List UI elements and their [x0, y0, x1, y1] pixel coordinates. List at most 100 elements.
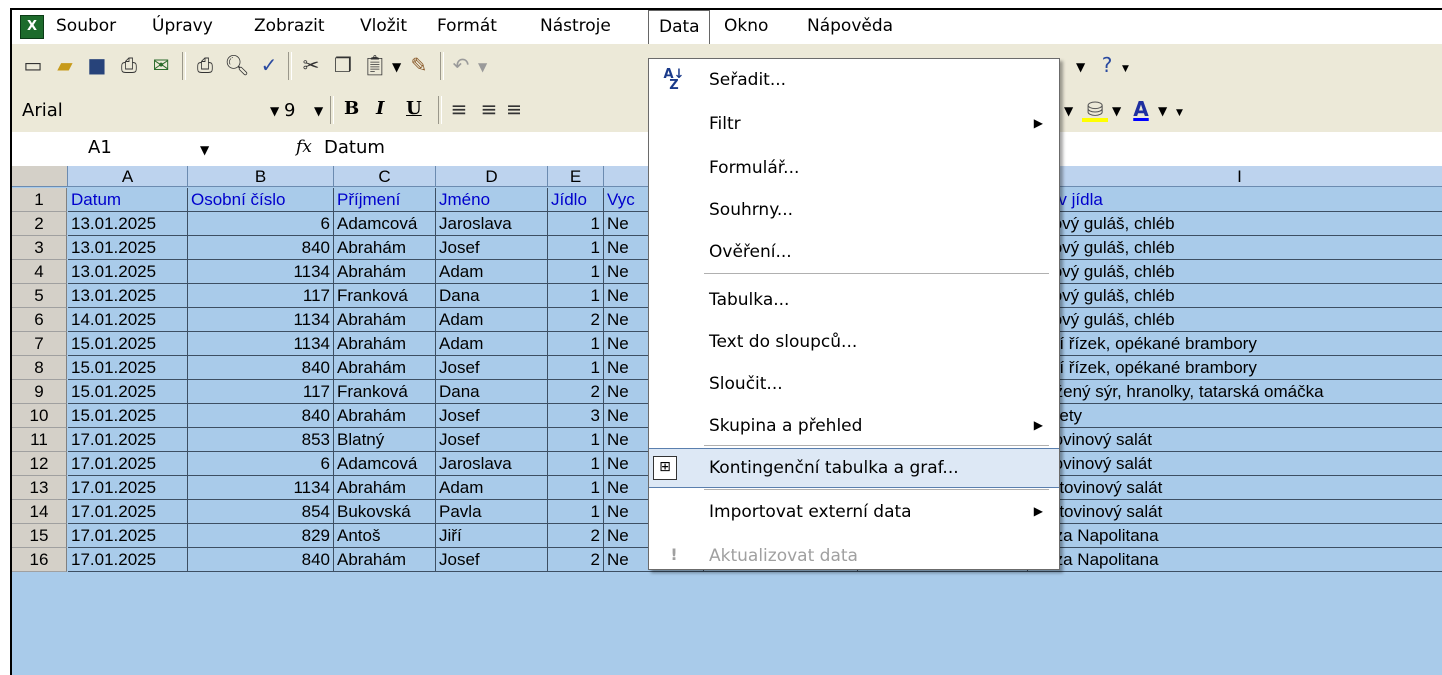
- permission-icon[interactable]: ⎙: [116, 52, 142, 78]
- cell-meal[interactable]: 1: [548, 452, 604, 476]
- cell-date[interactable]: 15.01.2025: [68, 332, 188, 356]
- fill-color-dropdown-arrow-icon[interactable]: ▼: [1112, 104, 1121, 118]
- row-header[interactable]: 10: [12, 404, 67, 428]
- cell-meal[interactable]: 1: [548, 236, 604, 260]
- cell-meal-name[interactable]: zolový guláš, chléb: [1028, 308, 1442, 332]
- menu-item-sloucit[interactable]: Sloučit...: [649, 365, 1059, 405]
- undo-dropdown-arrow-icon[interactable]: ▼: [478, 60, 487, 74]
- menu-item-souhrny[interactable]: Souhrny...: [649, 191, 1059, 231]
- cell-personal-number[interactable]: 840: [188, 548, 334, 572]
- cell-meal-name[interactable]: ěstovinový salát: [1028, 452, 1442, 476]
- cell-date[interactable]: 17.01.2025: [68, 500, 188, 524]
- fill-color-icon[interactable]: ⛁: [1082, 96, 1108, 122]
- cut-icon[interactable]: ✂: [298, 52, 324, 78]
- cell-date[interactable]: 14.01.2025: [68, 308, 188, 332]
- row-header[interactable]: 13: [12, 476, 67, 500]
- cell-meal[interactable]: 1: [548, 260, 604, 284]
- row-header[interactable]: 11: [12, 428, 67, 452]
- menu-item-filtr[interactable]: Filtr ▶: [649, 105, 1059, 145]
- cell-meal[interactable]: 1: [548, 428, 604, 452]
- italic-icon[interactable]: I: [376, 98, 384, 119]
- row-header[interactable]: 14: [12, 500, 67, 524]
- cell-date[interactable]: 17.01.2025: [68, 476, 188, 500]
- cell-last-name[interactable]: Abrahám: [334, 236, 436, 260]
- cell-first-name[interactable]: Adam: [436, 332, 548, 356]
- column-header-b[interactable]: B: [188, 166, 334, 187]
- cell-meal-name[interactable]: zolový guláš, chléb: [1028, 284, 1442, 308]
- select-all-corner[interactable]: [12, 166, 68, 187]
- column-header-a[interactable]: A: [68, 166, 188, 187]
- print-icon[interactable]: ⎙: [192, 52, 218, 78]
- menu-zobrazit[interactable]: Zobrazit: [254, 16, 325, 36]
- cell-date[interactable]: 17.01.2025: [68, 428, 188, 452]
- cell-meal[interactable]: 2: [548, 380, 604, 404]
- cell-last-name[interactable]: Antoš: [334, 524, 436, 548]
- cell-meal-name[interactable]: Těstovinový salát: [1028, 500, 1442, 524]
- menu-okno[interactable]: Okno: [724, 16, 768, 36]
- cell-personal-number[interactable]: 1134: [188, 476, 334, 500]
- toolbar-options-arrow-icon[interactable]: ▼: [1122, 64, 1129, 74]
- save-icon[interactable]: ■: [84, 52, 110, 78]
- cell-first-name[interactable]: Pavla: [436, 500, 548, 524]
- cell-meal-name[interactable]: zolový guláš, chléb: [1028, 212, 1442, 236]
- underline-icon[interactable]: U: [406, 98, 422, 119]
- cell-personal-number[interactable]: 829: [188, 524, 334, 548]
- cell-first-name[interactable]: Jaroslava: [436, 212, 548, 236]
- menu-item-text-do-sloupcu[interactable]: Text do sloupců...: [649, 323, 1059, 363]
- cell-date[interactable]: 17.01.2025: [68, 452, 188, 476]
- cell-meal[interactable]: 1: [548, 500, 604, 524]
- formula-input[interactable]: Datum: [324, 137, 385, 158]
- cell-date[interactable]: 17.01.2025: [68, 548, 188, 572]
- cell-personal-number[interactable]: 840: [188, 356, 334, 380]
- font-size-dropdown-arrow-icon[interactable]: ▼: [314, 104, 323, 118]
- cell-first-name[interactable]: Adam: [436, 308, 548, 332]
- excel-app-icon[interactable]: X: [20, 15, 44, 39]
- cell-first-name[interactable]: Josef: [436, 428, 548, 452]
- bold-icon[interactable]: B: [344, 98, 359, 119]
- font-name-box[interactable]: Arial: [22, 100, 63, 121]
- row-header[interactable]: 8: [12, 356, 67, 380]
- cell-date[interactable]: 13.01.2025: [68, 284, 188, 308]
- cell-meal[interactable]: 1: [548, 476, 604, 500]
- cell-meal[interactable]: 1: [548, 212, 604, 236]
- font-color-dropdown-arrow-icon[interactable]: ▼: [1158, 104, 1167, 118]
- menu-item-skupina-a-prehled[interactable]: Skupina a přehled ▶: [649, 407, 1059, 447]
- row-header[interactable]: 12: [12, 452, 67, 476]
- row-header[interactable]: 6: [12, 308, 67, 332]
- cell-meal[interactable]: 2: [548, 308, 604, 332]
- cell-last-name[interactable]: Abrahám: [334, 404, 436, 428]
- cell-meal-name[interactable]: Pizza Napolitana: [1028, 548, 1442, 572]
- cell-personal-number[interactable]: 840: [188, 236, 334, 260]
- email-icon[interactable]: ✉: [148, 52, 174, 78]
- menu-napoveda[interactable]: Nápověda: [807, 16, 893, 36]
- undo-icon[interactable]: ↶: [448, 52, 474, 78]
- paste-dropdown-arrow-icon[interactable]: ▼: [392, 60, 401, 74]
- row-header[interactable]: 3: [12, 236, 67, 260]
- column-header-i[interactable]: I: [1028, 166, 1442, 187]
- row-header[interactable]: 15: [12, 524, 67, 548]
- format-painter-icon[interactable]: ✎: [406, 52, 432, 78]
- column-header-d[interactable]: D: [436, 166, 548, 187]
- cell-last-name[interactable]: Franková: [334, 380, 436, 404]
- cell-meal-name[interactable]: mažený sýr, hranolky, tatarská omáčka: [1028, 380, 1442, 404]
- cell-date[interactable]: 13.01.2025: [68, 260, 188, 284]
- menu-upravy[interactable]: Úpravy: [152, 16, 213, 36]
- cell-meal-name[interactable]: ířecí řízek, opékané brambory: [1028, 356, 1442, 380]
- cell-e1[interactable]: Jídlo: [548, 188, 604, 212]
- cell-personal-number[interactable]: 1134: [188, 260, 334, 284]
- cell-last-name[interactable]: Bukovská: [334, 500, 436, 524]
- cell-last-name[interactable]: Abrahám: [334, 260, 436, 284]
- row-header[interactable]: 9: [12, 380, 67, 404]
- cell-d1[interactable]: Jméno: [436, 188, 548, 212]
- cell-meal-name[interactable]: Pizza Napolitana: [1028, 524, 1442, 548]
- print-preview-icon[interactable]: 🔍︎: [224, 52, 250, 78]
- menu-item-kontingencni-tabulka[interactable]: ⊞ Kontingenční tabulka a graf...: [649, 448, 1059, 488]
- menu-format[interactable]: Formát: [437, 16, 497, 36]
- menu-item-tabulka[interactable]: Tabulka...: [649, 281, 1059, 321]
- cell-date[interactable]: 17.01.2025: [68, 524, 188, 548]
- menu-item-seradit[interactable]: A↓ Z Seřadit...: [649, 61, 1059, 101]
- paste-icon[interactable]: 📋︎: [362, 52, 388, 78]
- cell-date[interactable]: 13.01.2025: [68, 236, 188, 260]
- cell-personal-number[interactable]: 853: [188, 428, 334, 452]
- cell-last-name[interactable]: Adamcová: [334, 452, 436, 476]
